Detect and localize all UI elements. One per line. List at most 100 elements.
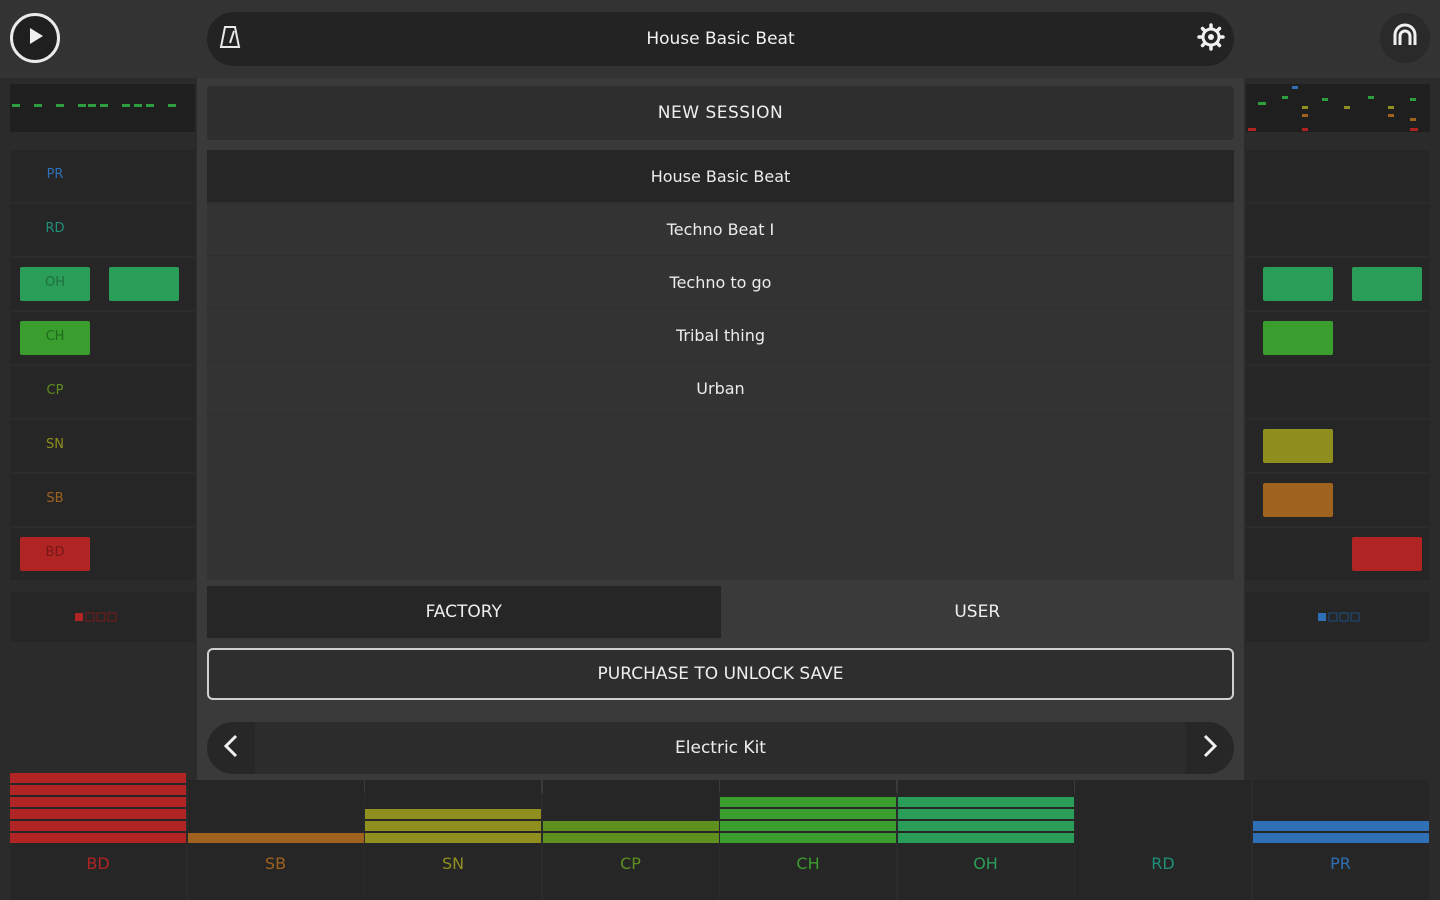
tab-factory[interactable]: FACTORY xyxy=(207,586,721,638)
settings-button[interactable] xyxy=(1188,12,1234,66)
left-page-indicator[interactable] xyxy=(10,592,195,642)
session-item[interactable]: Tribal thing xyxy=(207,309,1234,362)
metronome-button[interactable] xyxy=(207,12,253,66)
mixer-channel[interactable]: OH xyxy=(897,780,1074,900)
left-lane-grid: PR RD OH CH CP SN SB BD xyxy=(10,150,195,580)
chevron-right-icon xyxy=(1202,733,1218,763)
play-icon xyxy=(25,26,45,50)
lane-row xyxy=(1246,204,1430,256)
next-kit-button[interactable] xyxy=(1186,722,1234,774)
mixer-channel-label: CP xyxy=(620,854,641,873)
mixer: BD SB SN CP CH OH RD PR xyxy=(0,773,1440,900)
mixer-channel-label: SN xyxy=(441,854,465,873)
level-segment xyxy=(365,833,541,843)
kit-name: Electric Kit xyxy=(255,722,1186,774)
step-pad[interactable] xyxy=(1263,267,1333,301)
right-lane-grid xyxy=(1246,150,1430,580)
lane-row: SN xyxy=(10,420,195,472)
kit-selector: Electric Kit xyxy=(207,722,1234,774)
mixer-channel[interactable]: SB xyxy=(187,780,364,900)
lane-row: RD xyxy=(10,204,195,256)
left-pattern-overview xyxy=(10,84,195,132)
previous-kit-button[interactable] xyxy=(207,722,255,774)
level-segment xyxy=(542,833,719,843)
level-segment xyxy=(365,821,541,831)
session-item[interactable]: Techno to go xyxy=(207,256,1234,309)
level-segment xyxy=(10,773,186,783)
level-segment xyxy=(897,809,1074,819)
session-item[interactable]: House Basic Beat xyxy=(207,150,1234,203)
tab-user[interactable]: USER xyxy=(720,586,1234,638)
right-pattern-overview xyxy=(1246,84,1430,132)
lane-label: PR xyxy=(46,167,64,182)
lane-row: SB xyxy=(10,474,195,526)
level-segment xyxy=(897,833,1074,843)
lane-row: PR xyxy=(10,150,195,202)
mixer-channel[interactable]: BD xyxy=(10,773,186,900)
headphones-icon xyxy=(1390,21,1420,55)
level-segment xyxy=(1252,833,1429,843)
lane-label: BD xyxy=(45,545,65,560)
mixer-channel-label: CH xyxy=(796,854,820,873)
lane-label: CH xyxy=(45,329,65,344)
step-pad[interactable] xyxy=(1263,321,1333,355)
play-button[interactable] xyxy=(10,13,60,63)
mixer-channel-label: PR xyxy=(1330,854,1351,873)
level-segment xyxy=(542,821,719,831)
lane-label: SB xyxy=(46,491,64,506)
level-meter xyxy=(187,833,364,843)
mixer-channel[interactable]: SN xyxy=(365,780,541,900)
level-segment xyxy=(365,809,541,819)
mixer-channel[interactable]: CP xyxy=(542,780,719,900)
right-page-indicator[interactable] xyxy=(1246,592,1430,642)
new-session-button[interactable]: NEW SESSION xyxy=(207,86,1234,140)
step-pad[interactable] xyxy=(1263,483,1333,517)
mixer-channel-label: BD xyxy=(86,854,110,873)
mixer-channel-label: SB xyxy=(264,854,287,873)
chevron-left-icon xyxy=(223,733,239,763)
gear-icon xyxy=(1197,23,1225,55)
session-list: House Basic Beat Techno Beat I Techno to… xyxy=(207,150,1234,580)
session-title: House Basic Beat xyxy=(646,29,795,49)
level-meter xyxy=(720,797,896,843)
lane-row xyxy=(1246,312,1430,364)
session-item[interactable]: Techno Beat I xyxy=(207,203,1234,256)
level-segment xyxy=(1252,821,1429,831)
mixer-channel[interactable]: PR xyxy=(1252,780,1429,900)
level-segment xyxy=(720,797,896,807)
lane-label: RD xyxy=(45,221,65,236)
purchase-unlock-save-button[interactable]: PURCHASE TO UNLOCK SAVE xyxy=(207,648,1234,700)
headphones-button[interactable] xyxy=(1380,13,1430,63)
metronome-icon xyxy=(219,25,241,53)
step-pad[interactable] xyxy=(1352,267,1422,301)
step-pad[interactable] xyxy=(109,267,179,301)
step-pad[interactable] xyxy=(1263,429,1333,463)
lane-row: CH xyxy=(10,312,195,364)
lane-label: OH xyxy=(44,275,65,290)
level-segment xyxy=(720,809,896,819)
session-item[interactable]: Urban xyxy=(207,362,1234,415)
session-title-bar[interactable]: House Basic Beat xyxy=(207,12,1234,66)
step-pad[interactable] xyxy=(1352,537,1422,571)
lane-row: OH xyxy=(10,258,195,310)
level-meter xyxy=(10,773,186,843)
level-segment xyxy=(10,833,186,843)
lane-row: BD xyxy=(10,528,195,580)
lane-row xyxy=(1246,528,1430,580)
lane-label: CP xyxy=(46,383,64,398)
lane-row xyxy=(1246,150,1430,202)
mixer-channel-label: RD xyxy=(1151,854,1175,873)
preset-source-tabs: FACTORY USER xyxy=(207,586,1234,638)
level-segment xyxy=(897,797,1074,807)
level-segment xyxy=(720,833,896,843)
mixer-channel[interactable]: CH xyxy=(720,780,896,900)
level-segment xyxy=(187,833,364,843)
level-segment xyxy=(10,809,186,819)
level-meter xyxy=(897,797,1074,843)
lane-row: CP xyxy=(10,366,195,418)
level-segment xyxy=(10,821,186,831)
mixer-channel[interactable]: RD xyxy=(1075,780,1251,900)
level-meter xyxy=(1252,821,1429,843)
lane-row xyxy=(1246,366,1430,418)
lane-label: SN xyxy=(46,437,64,452)
